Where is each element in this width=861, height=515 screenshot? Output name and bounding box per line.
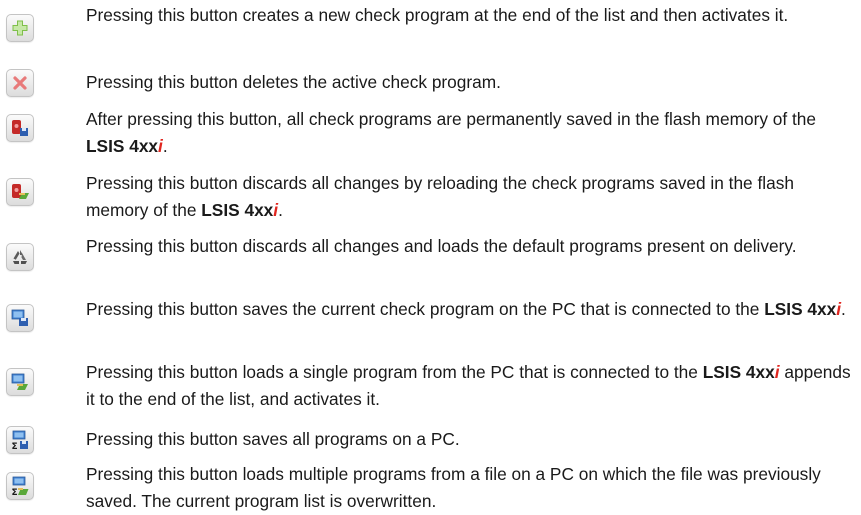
description: After pressing this button, all check pr…: [86, 109, 817, 156]
add-program-icon: [12, 20, 28, 36]
save-all-to-pc-icon: Σ: [12, 430, 28, 450]
product-name: LSIS 4xx: [702, 362, 775, 382]
save-program-to-pc-button[interactable]: [6, 304, 34, 332]
save-all-to-pc-button[interactable]: Σ: [6, 426, 34, 454]
add-program-button[interactable]: [6, 14, 34, 42]
load-program-from-pc-button[interactable]: [6, 368, 34, 396]
load-all-from-pc-icon: Σ: [12, 476, 29, 496]
description: Pressing this button discards all change…: [86, 236, 797, 256]
reload-from-flash-icon: [12, 184, 29, 199]
save-to-flash-button[interactable]: [6, 114, 34, 142]
description: Pressing this button saves all programs …: [86, 429, 460, 449]
save-program-to-pc-icon: [11, 309, 28, 326]
delete-program-icon: [13, 76, 27, 90]
load-all-from-pc-button[interactable]: Σ: [6, 472, 34, 500]
load-defaults-button[interactable]: [6, 243, 34, 271]
svg-text:Σ: Σ: [12, 488, 18, 496]
save-to-flash-icon: [12, 120, 28, 136]
svg-text:Σ: Σ: [12, 442, 18, 450]
description: Pressing this button creates a new check…: [86, 5, 789, 25]
product-name: LSIS 4xx: [86, 136, 159, 156]
product-name: LSIS 4xx: [201, 200, 274, 220]
product-name: LSIS 4xx: [764, 299, 837, 319]
delete-program-button[interactable]: [6, 69, 34, 97]
reload-from-flash-button[interactable]: [6, 178, 34, 206]
load-program-from-pc-icon: [11, 373, 28, 390]
description: Pressing this button discards all change…: [86, 173, 794, 220]
load-defaults-icon: [13, 250, 27, 264]
description: Pressing this button loads multiple prog…: [86, 464, 821, 511]
description: Pressing this button saves the current c…: [86, 299, 846, 319]
description: Pressing this button loads a single prog…: [86, 362, 851, 409]
description: Pressing this button deletes the active …: [86, 72, 501, 92]
